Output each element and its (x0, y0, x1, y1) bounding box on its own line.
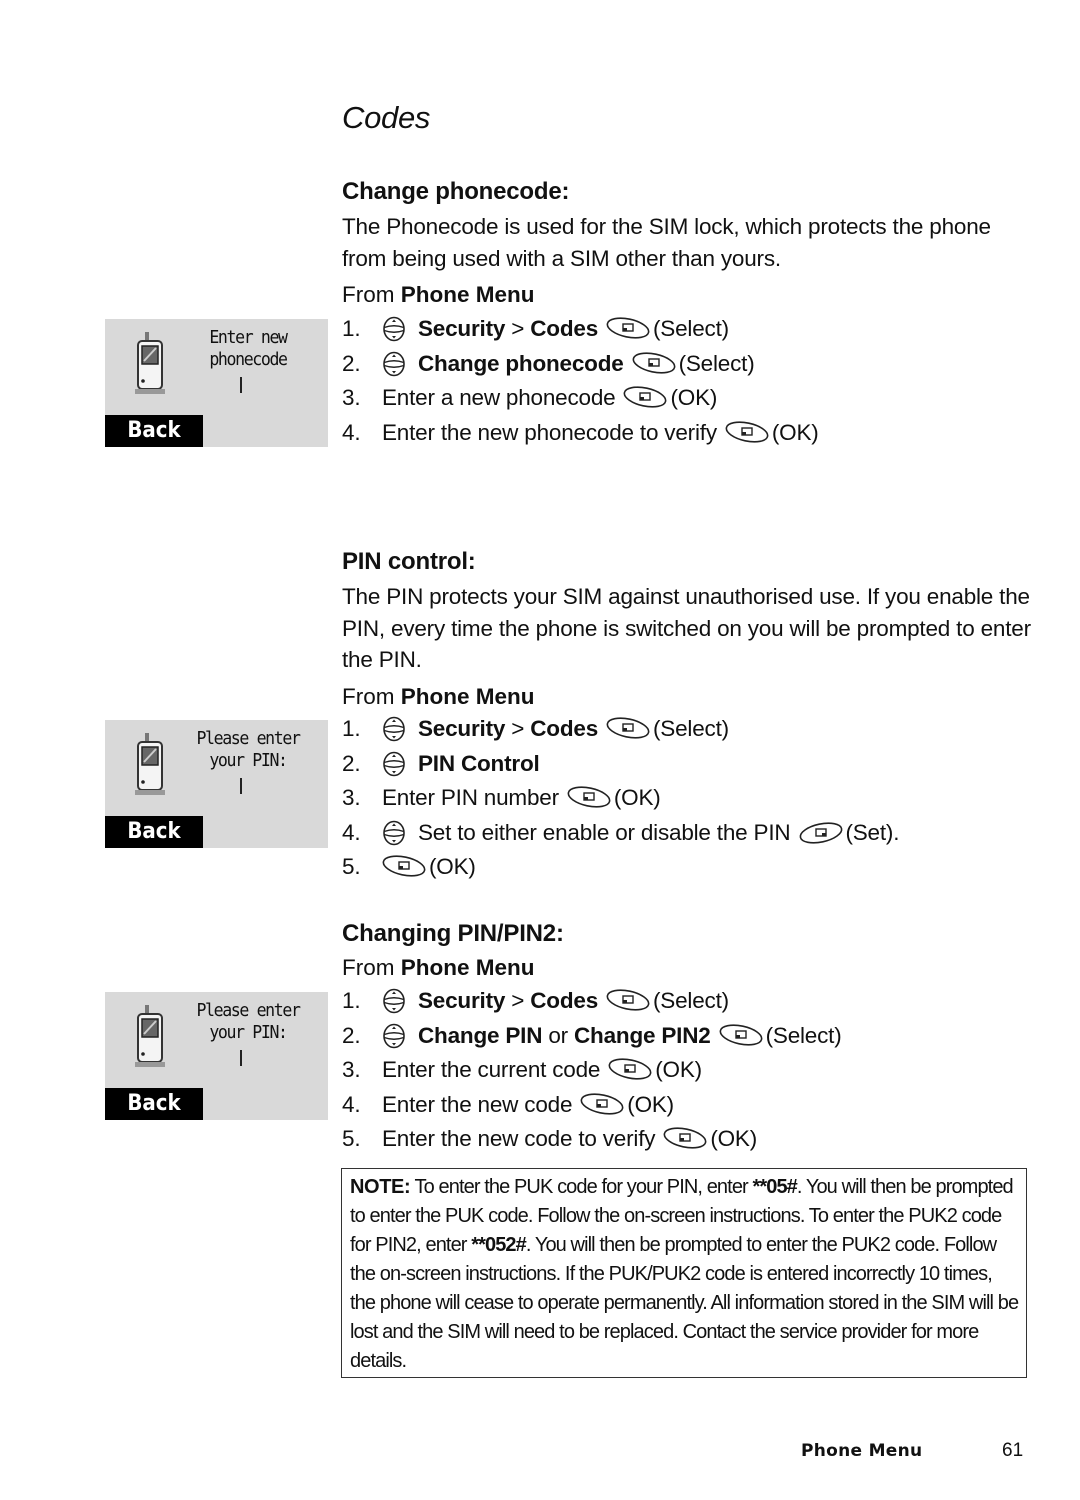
select-key-icon (663, 1125, 709, 1153)
screen-prompt: Please enter your PIN: (196, 728, 300, 771)
step-item: 5. Enter the new code to verify (OK) (342, 1125, 758, 1153)
footer-section-name: Phone Menu (801, 1441, 923, 1461)
screen-prompt: Enter new phonecode (209, 327, 288, 370)
from-menu-line: From Phone Menu (342, 955, 535, 981)
step-item: 3. Enter a new phonecode (OK) (342, 384, 718, 412)
nav-key-icon (382, 1023, 406, 1049)
set-key-icon (798, 819, 844, 847)
section-heading-change-phonecode: Change phonecode: (342, 178, 570, 205)
from-menu-line: From Phone Menu (342, 282, 535, 308)
from-menu-name: Phone Menu (400, 282, 535, 307)
text-cursor (240, 1050, 242, 1066)
steps-list: 1. Security > Codes (Select) 2. Change p… (342, 312, 1042, 450)
back-softkey[interactable]: Back (105, 816, 203, 848)
select-key-icon (567, 784, 613, 812)
select-key-icon (606, 987, 652, 1015)
from-prefix: From (342, 282, 395, 307)
handset-icon (133, 732, 167, 798)
nav-key-icon (382, 316, 406, 342)
select-key-icon (606, 315, 652, 343)
step-item: 3. Enter PIN number (OK) (342, 784, 661, 812)
puk-code: **05# (752, 1176, 797, 1198)
section-heading-pin-control: PIN control: (342, 548, 476, 575)
steps-list: 1. Security > Codes (Select) 2. Change P… (342, 984, 1042, 1157)
from-prefix: From (342, 955, 395, 980)
select-key-icon (719, 1022, 765, 1050)
puk2-code: **052# (471, 1234, 527, 1256)
step-item: 1. Security > Codes (Select) (342, 315, 729, 343)
text-cursor (240, 778, 242, 794)
select-key-icon (382, 853, 428, 881)
select-key-icon (580, 1091, 626, 1119)
step-item: 2. PIN Control (342, 750, 540, 777)
section-heading-changing-pin: Changing PIN/PIN2: (342, 920, 564, 947)
step-item: 4. Set to either enable or disable the P… (342, 819, 900, 847)
back-softkey[interactable]: Back (105, 415, 203, 447)
select-key-icon (608, 1056, 654, 1084)
page-number: 61 (1002, 1440, 1024, 1461)
step-item: 4. Enter the new phonecode to verify (OK… (342, 419, 819, 447)
select-key-icon (632, 350, 678, 378)
from-menu-name: Phone Menu (400, 684, 535, 709)
phone-screen-preview: Please enter your PIN: Back (105, 720, 328, 848)
select-key-icon (606, 715, 652, 743)
note-box: NOTE: To enter the PUK code for your PIN… (341, 1168, 1027, 1378)
select-key-icon (725, 419, 771, 447)
step-item: 2. Change PIN or Change PIN2 (Select) (342, 1022, 842, 1050)
from-menu-line: From Phone Menu (342, 684, 535, 710)
step-item: 5. (OK) (342, 853, 476, 881)
step-item: 4. Enter the new code (OK) (342, 1091, 674, 1119)
step-item: 3. Enter the current code (OK) (342, 1056, 702, 1084)
section-description: The Phonecode is used for the SIM lock, … (342, 214, 991, 271)
nav-key-icon (382, 751, 406, 777)
from-menu-name: Phone Menu (400, 955, 535, 980)
page-title: Codes (342, 100, 431, 135)
note-label: NOTE: (350, 1176, 411, 1198)
steps-list: 1. Security > Codes (Select) 2. PIN Cont… (342, 712, 1042, 885)
nav-key-icon (382, 988, 406, 1014)
select-key-icon (623, 384, 669, 412)
text-cursor (240, 377, 242, 393)
handset-icon (133, 1004, 167, 1070)
nav-key-icon (382, 351, 406, 377)
nav-key-icon (382, 716, 406, 742)
phone-screen-preview: Enter new phonecode Back (105, 319, 328, 447)
back-softkey[interactable]: Back (105, 1088, 203, 1120)
section-description: The PIN protects your SIM against unauth… (342, 584, 1031, 672)
step-item: 1. Security > Codes (Select) (342, 987, 729, 1015)
phone-screen-preview: Please enter your PIN: Back (105, 992, 328, 1120)
from-prefix: From (342, 684, 395, 709)
step-item: 1. Security > Codes (Select) (342, 715, 729, 743)
handset-icon (133, 331, 167, 397)
step-item: 2. Change phonecode (Select) (342, 350, 755, 378)
nav-key-icon (382, 820, 406, 846)
screen-prompt: Please enter your PIN: (196, 1000, 300, 1043)
